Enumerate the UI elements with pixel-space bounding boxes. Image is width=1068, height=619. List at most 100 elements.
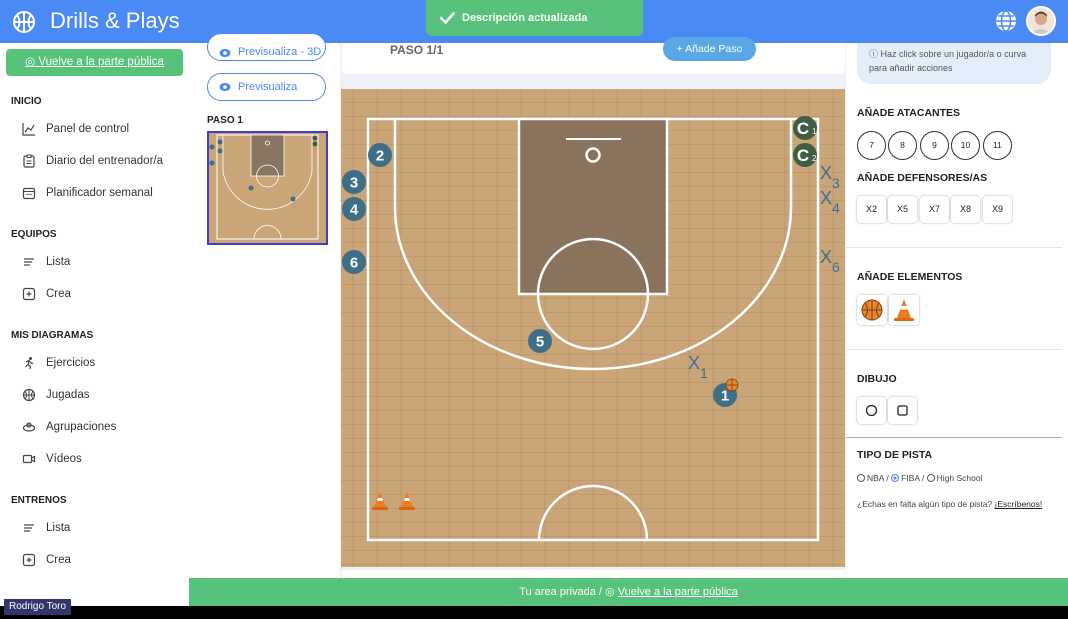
section-title-diagramas: MIS DIAGRAMAS: [11, 330, 94, 341]
public-site-button[interactable]: ◎ Vuelve a la parte pública: [6, 49, 183, 76]
divider: [846, 247, 1062, 248]
defender-label: X: [820, 188, 832, 208]
coach-token[interactable]: C2: [793, 143, 817, 167]
add-attacker-7[interactable]: 7: [857, 131, 886, 160]
sidebar-item-panel[interactable]: Panel de control: [22, 120, 182, 140]
info-icon: ⓘ: [869, 49, 879, 59]
group-icon: [22, 422, 36, 432]
sidebar-item-label: Planificador semanal: [46, 187, 153, 199]
plus-square-icon: [22, 287, 36, 301]
sidebar-item-planificador[interactable]: Planificador semanal: [22, 184, 182, 204]
add-attacker-9[interactable]: 9: [920, 131, 949, 160]
player-token[interactable]: 6: [342, 250, 366, 274]
divider: [846, 437, 1062, 438]
sidebar-item-agrupaciones[interactable]: Agrupaciones: [22, 418, 182, 438]
list-icon: [24, 258, 34, 266]
add-defender-x8[interactable]: X8: [951, 196, 980, 223]
sidebar-item-label: Diario del entrenador/a: [46, 155, 163, 167]
basketball-logo-icon[interactable]: [12, 10, 36, 34]
sidebar-item-videos[interactable]: Vídeos: [22, 450, 182, 470]
player-number: 1: [721, 388, 729, 405]
participant-name-tag: Rodrigo Toro: [4, 599, 72, 615]
app-title[interactable]: Drills & Plays: [50, 8, 180, 34]
sidebar: ◎ Vuelve a la parte pública INICIO Panel…: [0, 43, 189, 619]
sidebar-item-jugadas[interactable]: Jugadas: [22, 386, 182, 406]
coach-sub: 1: [812, 127, 817, 136]
list-icon: [24, 524, 34, 532]
defender-label: X: [820, 163, 832, 183]
sidebar-item-entrenos-crea[interactable]: Crea: [22, 551, 182, 571]
globe-icon: ◎: [25, 56, 36, 68]
footer-public-link[interactable]: Vuelve a la parte pública: [618, 586, 738, 598]
preview-label: Previsualiza: [238, 81, 298, 93]
court-type-high-school[interactable]: High School: [937, 473, 983, 483]
tools-panel: ⓘ Haz click sobre un jugador/a o curva p…: [846, 43, 1068, 578]
sidebar-item-ejercicios[interactable]: Ejercicios: [22, 354, 182, 374]
preview-button[interactable]: Previsualiza: [207, 73, 326, 101]
draw-circle-button[interactable]: [857, 397, 886, 424]
coach-token[interactable]: C1: [793, 116, 817, 140]
running-icon: [25, 357, 34, 370]
preview-3d-button[interactable]: Previsualiza - 3D: [207, 33, 326, 61]
globe-icon: ◎: [605, 586, 615, 598]
court-type-nba[interactable]: NBA: [867, 473, 884, 483]
divider: [846, 349, 1062, 350]
steps-column: Previsualiza - 3D Previsualiza PASO 1: [189, 33, 340, 578]
court-type-fiba[interactable]: FIBA: [901, 473, 919, 483]
player-token[interactable]: 5: [528, 329, 552, 353]
defender-label: X: [820, 247, 832, 267]
language-globe-icon[interactable]: [994, 9, 1018, 33]
player-token[interactable]: 3: [342, 170, 366, 194]
eye-icon: [219, 49, 231, 57]
player-token[interactable]: 2: [368, 143, 392, 167]
add-step-button[interactable]: + Añade Paso: [663, 37, 756, 61]
section-title-inicio: INICIO: [11, 96, 42, 107]
step-label: PASO 1: [207, 115, 243, 126]
add-defender-x2[interactable]: X2: [857, 196, 886, 223]
sidebar-item-label: Vídeos: [46, 453, 82, 465]
add-attacker-10[interactable]: 10: [951, 131, 980, 160]
public-site-label: Vuelve a la parte pública: [38, 56, 164, 68]
radio-high-school[interactable]: [926, 474, 935, 482]
draw-square-button[interactable]: [888, 397, 917, 424]
basketball-icon: [861, 299, 883, 321]
player-number: 3: [350, 175, 358, 192]
court-canvas[interactable]: 234651C1C2X3X4X6X1: [341, 89, 845, 567]
defender-sub: 4: [832, 200, 840, 216]
calendar-icon: [22, 187, 36, 200]
step-thumbnail[interactable]: [207, 131, 328, 245]
contact-link[interactable]: ¡Escríbenos!: [995, 499, 1043, 509]
player-number: 4: [350, 202, 359, 219]
ball-token[interactable]: [725, 378, 739, 392]
hint-box: ⓘ Haz click sobre un jugador/a o curva p…: [857, 43, 1051, 84]
add-attacker-8[interactable]: 8: [888, 131, 917, 160]
add-cone-button[interactable]: [889, 295, 919, 325]
check-icon: [439, 12, 455, 25]
player-number: 2: [376, 148, 384, 165]
success-toast: Descripción actualizada: [426, 0, 643, 36]
add-defender-x5[interactable]: X5: [888, 196, 917, 223]
add-ball-button[interactable]: [857, 295, 887, 325]
radio-nba[interactable]: [857, 474, 865, 482]
sidebar-item-label: Panel de control: [46, 123, 130, 135]
sidebar-item-equipos-crea[interactable]: Crea: [22, 285, 182, 305]
add-defender-x9[interactable]: X9: [983, 196, 1012, 223]
sidebar-item-equipos-lista[interactable]: Lista: [22, 253, 182, 273]
missing-court-note: ¿Echas en falta algún tipo de pista? ¡Es…: [857, 499, 1042, 509]
sidebar-item-entrenos-lista[interactable]: Lista: [22, 519, 182, 539]
add-attacker-11[interactable]: 11: [983, 131, 1012, 160]
clipboard-icon: [23, 154, 35, 168]
section-title-equipos: EQUIPOS: [11, 229, 57, 240]
court-svg[interactable]: 234651C 1C 2X 3X 4X 6X 1: [341, 89, 845, 567]
radio-fiba[interactable]: [891, 474, 900, 482]
user-avatar[interactable]: [1026, 6, 1056, 36]
defenders-title: AÑADE DEFENSORES/AS: [857, 172, 988, 184]
separator: /: [919, 473, 927, 483]
circle-icon: [865, 404, 878, 417]
court-type-title: TIPO DE PISTA: [857, 449, 933, 461]
court-bottom-edge: [342, 570, 845, 578]
add-defender-x7[interactable]: X7: [920, 196, 949, 223]
player-token[interactable]: 4: [342, 197, 366, 221]
sidebar-item-label: Agrupaciones: [46, 421, 117, 433]
sidebar-item-diario[interactable]: Diario del entrenador/a: [22, 152, 182, 172]
